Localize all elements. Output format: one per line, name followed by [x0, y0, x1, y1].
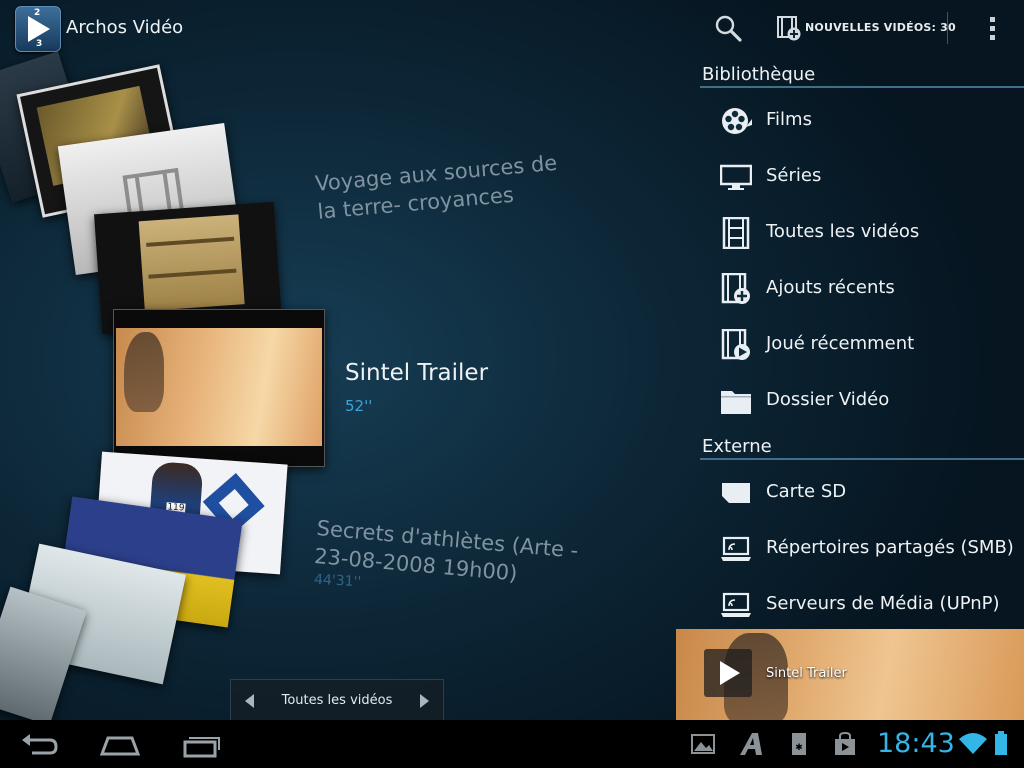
action-bar: 2 3 Archos Vidéo NOUVELLES VIDÉOS: 30	[0, 0, 1024, 58]
section-divider	[700, 458, 1024, 460]
network-laptop-icon	[721, 592, 751, 617]
film-reel-icon	[722, 108, 752, 134]
menu-item-label: Carte SD	[766, 481, 847, 502]
menu-item-recently-added[interactable]: Ajouts récents	[700, 261, 1024, 317]
menu-item-series[interactable]: Séries	[700, 149, 1024, 205]
menu-item-recently-played[interactable]: Joué récemment	[700, 317, 1024, 373]
folder-icon	[721, 391, 751, 414]
mini-player[interactable]: Sintel Trailer	[676, 629, 1024, 720]
new-videos-button[interactable]: NOUVELLES VIDÉOS: 30	[776, 12, 956, 44]
overflow-menu-icon[interactable]	[982, 14, 1002, 42]
menu-item-label: Serveurs de Média (UPnP)	[766, 593, 1000, 614]
menu-item-sd-card[interactable]: Carte SD	[700, 465, 1024, 521]
mini-player-title: Sintel Trailer	[766, 666, 847, 681]
home-icon[interactable]	[98, 730, 142, 758]
section-title-library: Bibliothèque	[702, 64, 816, 85]
menu-item-label: Ajouts récents	[766, 277, 895, 298]
sd-card-status-icon[interactable]: ✱	[787, 730, 811, 758]
new-videos-label: NOUVELLES VIDÉOS: 30	[805, 21, 956, 34]
focused-video-title: Sintel Trailer	[345, 360, 489, 386]
search-icon[interactable]	[712, 12, 744, 44]
menu-item-label: Films	[766, 109, 812, 130]
menu-item-films[interactable]: Films	[700, 93, 1024, 149]
carousel-category-selector: Toutes les vidéos	[230, 679, 444, 721]
video-title-upper: Voyage aux sources de la terre- croyance…	[314, 150, 559, 224]
film-strip-icon	[722, 217, 750, 249]
menu-item-upnp-servers[interactable]: Serveurs de Média (UPnP)	[700, 577, 1024, 633]
wifi-icon	[958, 730, 988, 758]
network-laptop-icon	[721, 536, 751, 561]
tv-icon	[720, 164, 752, 190]
back-icon[interactable]	[18, 730, 62, 758]
section-title-external: Externe	[702, 436, 772, 457]
focused-video-duration: 52''	[345, 397, 373, 415]
video-card-focused[interactable]	[113, 309, 325, 467]
system-bar: ✱ 18:43	[0, 720, 1024, 768]
store-bag-icon[interactable]	[832, 730, 858, 758]
action-bar-divider	[947, 12, 948, 44]
video-duration-lower: 44'31''	[313, 571, 362, 591]
svg-text:✱: ✱	[795, 743, 803, 753]
play-icon[interactable]	[704, 649, 752, 697]
recent-apps-icon[interactable]	[180, 730, 224, 758]
menu-item-smb-shares[interactable]: Répertoires partagés (SMB)	[700, 521, 1024, 577]
film-add-icon	[777, 16, 801, 41]
menu-item-label: Dossier Vidéo	[766, 389, 890, 410]
menu-item-label: Répertoires partagés (SMB)	[766, 537, 1014, 558]
archos-video-app-icon[interactable]: 2 3	[15, 6, 61, 52]
gallery-icon[interactable]	[690, 730, 716, 758]
carousel-category-label: Toutes les vidéos	[281, 693, 393, 708]
menu-item-label: Séries	[766, 165, 822, 186]
app-title: Archos Vidéo	[66, 17, 184, 38]
chevron-right-icon[interactable]	[420, 694, 429, 708]
sd-card-icon	[722, 483, 750, 503]
clock: 18:43	[877, 728, 955, 759]
menu-item-video-folder[interactable]: Dossier Vidéo	[700, 373, 1024, 429]
section-divider	[700, 86, 1024, 88]
archos-a-icon[interactable]	[737, 730, 765, 758]
menu-item-label: Joué récemment	[766, 333, 915, 354]
film-add-icon	[721, 273, 750, 304]
film-play-icon	[721, 329, 750, 360]
menu-item-label: Toutes les vidéos	[766, 221, 920, 242]
menu-item-all-videos[interactable]: Toutes les vidéos	[700, 205, 1024, 261]
battery-icon	[992, 730, 1010, 758]
